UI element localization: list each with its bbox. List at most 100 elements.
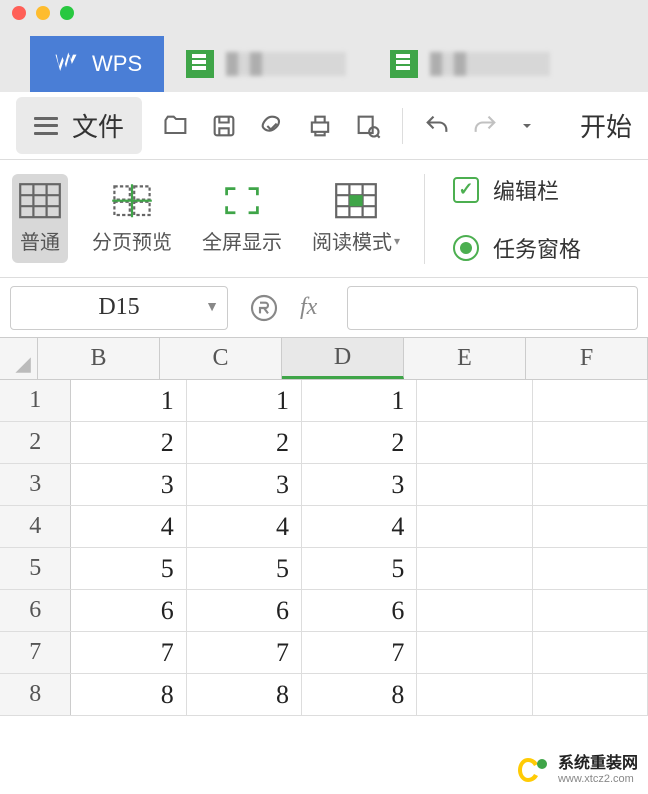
spreadsheet-grid: BCDEF 11112222333344445555666677778888 [0,338,648,716]
document-tab-2[interactable] [368,36,572,92]
cell[interactable]: 2 [302,422,417,463]
cell[interactable]: 4 [187,506,302,547]
ribbon-tab-start[interactable]: 开始 [580,107,632,144]
table-row: 4444 [0,506,648,548]
formula-input[interactable] [347,286,638,330]
cell[interactable] [533,506,648,547]
open-icon[interactable] [162,112,190,140]
row-header[interactable]: 5 [0,548,71,589]
spreadsheet-icon [186,50,214,78]
tab-label-blurred [430,52,550,76]
row-header[interactable]: 6 [0,590,71,631]
print-icon[interactable] [306,112,334,140]
view-page-preview-button[interactable]: 分页预览 [86,174,178,263]
cell[interactable] [533,422,648,463]
cell[interactable] [533,548,648,589]
cell[interactable]: 5 [302,548,417,589]
cell[interactable] [417,548,532,589]
cell[interactable]: 3 [187,464,302,505]
table-row: 3333 [0,464,648,506]
cell[interactable]: 4 [71,506,186,547]
cell[interactable] [417,380,532,421]
cell[interactable]: 7 [71,632,186,673]
view-fullscreen-button[interactable]: 全屏显示 [196,174,288,263]
cell[interactable] [533,464,648,505]
cell[interactable]: 8 [71,674,186,715]
view-ribbon: 普通 分页预览 全屏显示 阅读模式▾ 编辑栏 任务窗格 [0,160,648,278]
cell[interactable]: 3 [302,464,417,505]
cell[interactable]: 2 [71,422,186,463]
table-row: 1111 [0,380,648,422]
file-menu-button[interactable]: 文件 [16,97,142,154]
view-reading-button[interactable]: 阅读模式▾ [306,174,406,263]
cell[interactable]: 3 [71,464,186,505]
row-header[interactable]: 8 [0,674,71,715]
row-header[interactable]: 4 [0,506,71,547]
wps-home-tab[interactable]: WPS [30,36,164,92]
task-pane-toggle[interactable]: 任务窗格 [453,228,581,268]
cell[interactable]: 6 [187,590,302,631]
column-header[interactable]: B [38,338,160,379]
cell[interactable] [533,590,648,631]
view-label: 阅读模式▾ [312,226,400,255]
hamburger-icon [34,117,58,135]
watermark-text: 系统重装网 [558,755,638,773]
select-all-corner[interactable] [0,338,38,379]
cell[interactable] [417,590,532,631]
cell[interactable] [417,464,532,505]
undo-icon[interactable] [423,112,451,140]
watermark-logo-icon [518,754,550,786]
cell[interactable]: 2 [187,422,302,463]
cell[interactable]: 1 [187,380,302,421]
cell[interactable]: 1 [302,380,417,421]
formula-bar-toggle[interactable]: 编辑栏 [453,170,581,210]
cell[interactable]: 4 [302,506,417,547]
tab-label: WPS [92,51,142,77]
window-titlebar [0,0,648,26]
cell[interactable] [417,632,532,673]
row-header[interactable]: 7 [0,632,71,673]
document-tab-1[interactable] [164,36,368,92]
column-header[interactable]: F [526,338,648,379]
close-window-button[interactable] [12,6,26,20]
radio-checked-icon [453,235,479,261]
cell[interactable]: 5 [71,548,186,589]
print-preview-icon[interactable] [258,112,286,140]
redo-icon[interactable] [471,112,499,140]
cell[interactable]: 7 [187,632,302,673]
chevron-down-icon[interactable]: ▼ [205,300,219,316]
cell[interactable]: 6 [71,590,186,631]
cell[interactable]: 6 [302,590,417,631]
column-header[interactable]: C [160,338,282,379]
page-break-icon [110,182,154,220]
cell[interactable] [533,632,648,673]
cell[interactable] [533,380,648,421]
row-header[interactable]: 2 [0,422,71,463]
view-normal-button[interactable]: 普通 [12,174,68,263]
cell[interactable]: 8 [187,674,302,715]
cell[interactable]: 5 [187,548,302,589]
row-header[interactable]: 3 [0,464,71,505]
row-header[interactable]: 1 [0,380,71,421]
cell[interactable] [533,674,648,715]
name-box[interactable]: D15 ▼ [10,286,228,330]
cell[interactable]: 1 [71,380,186,421]
separator [402,108,403,144]
tab-label-blurred [226,52,346,76]
maximize-window-button[interactable] [60,6,74,20]
watermark: 系统重装网 www.xtcz2.com [518,754,638,786]
cell[interactable] [417,674,532,715]
trademark-icon[interactable] [248,292,280,324]
cell[interactable] [417,422,532,463]
table-row: 7777 [0,632,648,674]
fx-button[interactable]: fx [300,294,317,321]
page-preview-icon[interactable] [354,112,382,140]
dropdown-icon[interactable] [519,112,535,140]
cell[interactable]: 7 [302,632,417,673]
column-header[interactable]: D [282,338,404,379]
cell[interactable] [417,506,532,547]
save-icon[interactable] [210,112,238,140]
minimize-window-button[interactable] [36,6,50,20]
cell[interactable]: 8 [302,674,417,715]
column-header[interactable]: E [404,338,526,379]
